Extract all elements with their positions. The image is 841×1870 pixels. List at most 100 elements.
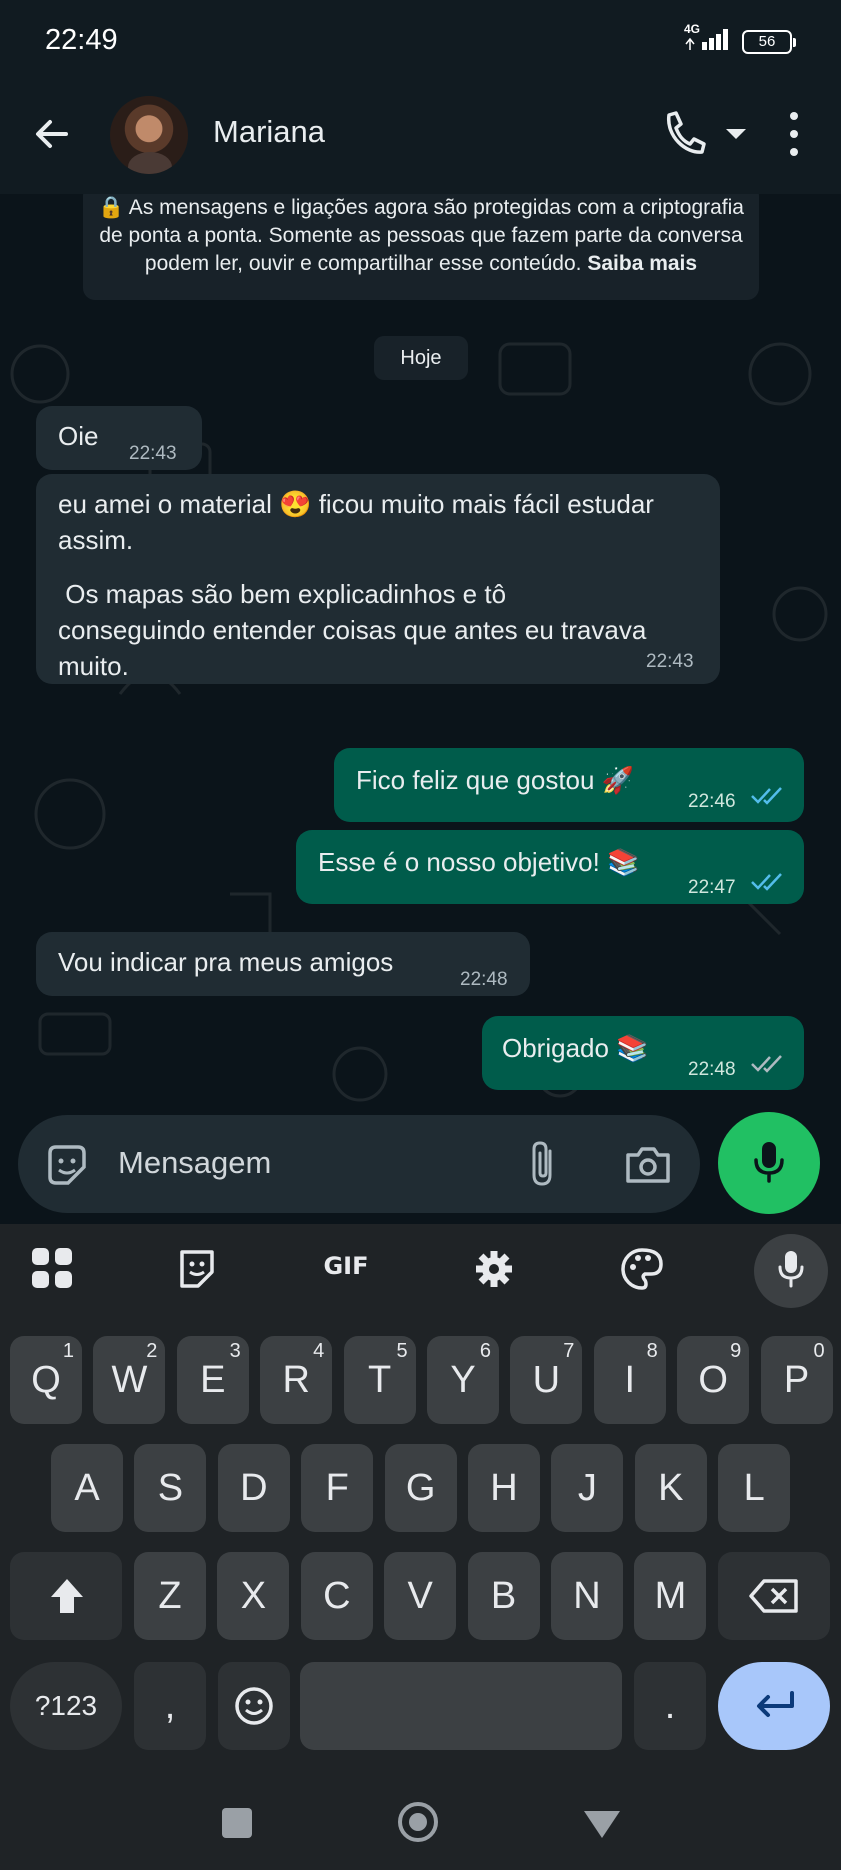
key-v[interactable]: V [384, 1552, 457, 1640]
learn-more-link[interactable]: Saiba mais [587, 252, 697, 275]
key-hint-number: 6 [479, 1340, 491, 1362]
key-l[interactable]: L [718, 1444, 791, 1532]
settings-gear-icon[interactable] [468, 1244, 520, 1294]
key-o[interactable]: O9 [677, 1336, 750, 1424]
key-p[interactable]: P0 [760, 1336, 833, 1424]
message-bubble-incoming[interactable]: eu amei o material 😍 ficou muito mais fá… [36, 474, 720, 684]
key-z[interactable]: Z [134, 1552, 206, 1640]
key-label: I [624, 1359, 636, 1401]
key-b[interactable]: B [467, 1552, 540, 1640]
key-label: D [240, 1467, 268, 1509]
recents-button[interactable] [222, 1808, 252, 1838]
key-label: C [323, 1575, 351, 1617]
key-label: Z [158, 1575, 182, 1617]
system-nav-bar [0, 1794, 841, 1870]
key-u[interactable]: U7 [510, 1336, 583, 1424]
back-arrow-icon[interactable] [30, 112, 74, 156]
keyboard: G I F ?123 , . Q 1 W 2 E 3 R 4 T 5 Y 6 U 7… [0, 1224, 841, 1794]
gif-button[interactable]: GIF [316, 1252, 376, 1280]
key-r[interactable]: R4 [260, 1336, 333, 1424]
message-time: 22:43 [646, 651, 694, 672]
key-q[interactable]: Q1 [10, 1336, 82, 1424]
key-hint-number: 5 [396, 1340, 408, 1362]
key-c[interactable]: C [300, 1552, 373, 1640]
key-hint-number: 2 [146, 1340, 158, 1362]
key-h[interactable]: H [468, 1444, 540, 1532]
home-button[interactable] [398, 1802, 438, 1842]
message-time: 22:48 [688, 1059, 736, 1080]
message-bubble-outgoing[interactable]: Obrigado 📚 22:48 [482, 1016, 804, 1090]
emoji-key[interactable] [218, 1662, 290, 1750]
message-bubble-incoming[interactable]: Vou indicar pra meus amigos 22:48 [36, 932, 530, 996]
palette-icon[interactable] [616, 1244, 668, 1294]
message-text: Vou indicar pra meus amigos [58, 947, 394, 977]
back-triangle-icon[interactable] [582, 1808, 622, 1840]
message-text: Os mapas são bem explicadinhos e tô cons… [58, 579, 654, 681]
message-time: 22:48 [460, 969, 508, 990]
sticker-icon[interactable] [44, 1143, 90, 1189]
key-label: G [405, 1467, 436, 1509]
comma-key[interactable]: , [134, 1662, 206, 1750]
date-chip: Hoje [374, 336, 468, 380]
message-bubble-outgoing[interactable]: Fico feliz que gostou 🚀 22:46 [334, 748, 804, 822]
contact-name[interactable]: Mariana [213, 114, 325, 150]
shift-key[interactable] [10, 1552, 122, 1640]
key-s[interactable]: S [134, 1444, 207, 1532]
key-label: S [157, 1467, 184, 1509]
phone-icon[interactable] [660, 108, 706, 158]
key-j[interactable]: J [551, 1444, 624, 1532]
apps-grid-icon[interactable] [28, 1244, 80, 1294]
symbols-key[interactable]: ?123 [10, 1662, 122, 1750]
microphone-icon [778, 1251, 804, 1288]
key-m[interactable]: M [634, 1552, 707, 1640]
message-time: 22:43 [129, 443, 177, 464]
key-label: M [654, 1575, 687, 1617]
key-label: R [282, 1359, 310, 1401]
key-i[interactable]: I8 [593, 1336, 666, 1424]
space-bar[interactable] [300, 1662, 622, 1750]
sticker-icon[interactable] [172, 1244, 224, 1294]
message-text: Fico feliz que gostou 🚀 [356, 765, 635, 795]
voice-record-button[interactable] [718, 1112, 820, 1214]
key-hint-number: 0 [813, 1340, 825, 1362]
avatar[interactable] [110, 96, 188, 174]
key-hint-number: 9 [730, 1340, 742, 1362]
key-label: J [577, 1467, 597, 1509]
period-key[interactable]: . [634, 1662, 706, 1750]
key-d[interactable]: D [217, 1444, 290, 1532]
key-f[interactable]: F [301, 1444, 374, 1532]
key-label: Y [450, 1359, 476, 1401]
backspace-key[interactable] [718, 1552, 830, 1640]
camera-icon[interactable] [624, 1143, 672, 1185]
key-label: V [407, 1575, 433, 1617]
key-hint-number: 4 [313, 1340, 325, 1362]
key-k[interactable]: K [634, 1444, 707, 1532]
voice-input-button[interactable] [754, 1234, 828, 1308]
key-y[interactable]: Y6 [427, 1336, 499, 1424]
message-text: Esse é o nosso objetivo! 📚 [318, 847, 640, 877]
key-g[interactable]: G [384, 1444, 457, 1532]
message-text: eu amei o material 😍 ficou muito mais fá… [58, 489, 654, 555]
key-label: H [490, 1467, 518, 1509]
message-composer [18, 1115, 700, 1213]
key-a[interactable]: A [51, 1444, 123, 1532]
key-e[interactable]: E3 [176, 1336, 249, 1424]
message-time: 22:47 [688, 877, 736, 898]
status-bar: 22:49 4G 56 [0, 0, 841, 84]
status-time: 22:49 [45, 24, 118, 56]
enter-key[interactable] [718, 1662, 830, 1750]
message-bubble-incoming[interactable]: Oie 22:43 [36, 406, 202, 470]
key-x[interactable]: X [217, 1552, 290, 1640]
chevron-down-icon[interactable] [724, 126, 748, 142]
key-n[interactable]: N [551, 1552, 623, 1640]
encryption-notice[interactable]: 🔒 As mensagens e ligações agora são prot… [83, 194, 759, 300]
key-label: T [367, 1359, 392, 1401]
message-bubble-outgoing[interactable]: Esse é o nosso objetivo! 📚 22:47 [296, 830, 804, 904]
message-list[interactable]: 🔒 As mensagens e ligações agora são prot… [0, 194, 841, 1114]
more-options-icon[interactable] [784, 110, 804, 158]
attachment-icon[interactable] [528, 1139, 558, 1189]
key-t[interactable]: T5 [343, 1336, 416, 1424]
key-label: F [325, 1467, 349, 1509]
key-w[interactable]: W2 [93, 1336, 166, 1424]
message-input[interactable] [118, 1141, 418, 1185]
